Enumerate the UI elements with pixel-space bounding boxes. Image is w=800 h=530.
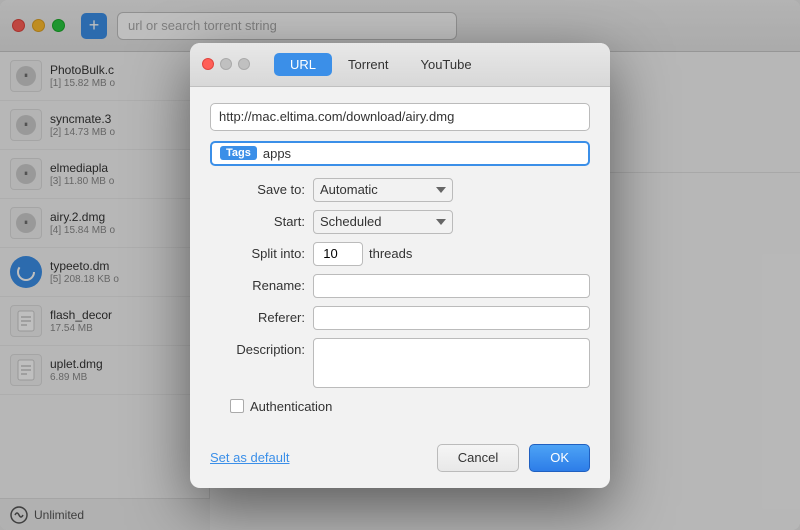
threads-label: threads [369, 246, 412, 261]
description-row: Description: [210, 338, 590, 391]
rename-row: Rename: [210, 274, 590, 298]
description-control [313, 338, 590, 391]
save-to-select[interactable]: Automatic [313, 178, 453, 202]
start-row: Start: Scheduled [210, 210, 590, 234]
tags-input-value[interactable]: apps [263, 146, 291, 161]
modal-overlay: URL Torrent YouTube Tags apps Save to: [0, 0, 800, 530]
split-label: Split into: [210, 246, 305, 261]
rename-label: Rename: [210, 278, 305, 293]
auth-row: Authentication [210, 399, 590, 414]
start-label: Start: [210, 214, 305, 229]
auth-label: Authentication [250, 399, 332, 414]
referer-row: Referer: [210, 306, 590, 330]
add-download-modal: URL Torrent YouTube Tags apps Save to: [190, 43, 610, 488]
modal-tabs: URL Torrent YouTube [274, 53, 488, 76]
save-to-control: Automatic [313, 178, 590, 202]
url-input-row [210, 103, 590, 131]
split-input[interactable] [313, 242, 363, 266]
tab-youtube[interactable]: YouTube [404, 53, 487, 76]
modal-footer: Set as default Cancel OK [190, 444, 610, 488]
tab-torrent[interactable]: Torrent [332, 53, 404, 76]
tags-badge: Tags [220, 146, 257, 160]
tags-row: Tags apps [210, 141, 590, 166]
modal-traffic-lights [202, 58, 250, 70]
referer-control [313, 306, 590, 330]
modal-content: Tags apps Save to: Automatic Start: Sche… [190, 87, 610, 444]
start-control: Scheduled [313, 210, 590, 234]
ok-button[interactable]: OK [529, 444, 590, 472]
tab-url[interactable]: URL [274, 53, 332, 76]
save-to-row: Save to: Automatic [210, 178, 590, 202]
cancel-button[interactable]: Cancel [437, 444, 519, 472]
save-to-label: Save to: [210, 182, 305, 197]
url-input[interactable] [210, 103, 590, 131]
referer-input[interactable] [313, 306, 590, 330]
set-default-link[interactable]: Set as default [210, 450, 290, 465]
description-input[interactable] [313, 338, 590, 388]
modal-maximize-button [238, 58, 250, 70]
start-select[interactable]: Scheduled [313, 210, 453, 234]
modal-minimize-button [220, 58, 232, 70]
rename-input[interactable] [313, 274, 590, 298]
modal-titlebar: URL Torrent YouTube [190, 43, 610, 87]
footer-buttons: Cancel OK [437, 444, 590, 472]
referer-label: Referer: [210, 310, 305, 325]
modal-close-button[interactable] [202, 58, 214, 70]
split-control: threads [313, 242, 590, 266]
description-label: Description: [210, 342, 305, 357]
auth-checkbox[interactable] [230, 399, 244, 413]
rename-control [313, 274, 590, 298]
split-row: Split into: threads [210, 242, 590, 266]
